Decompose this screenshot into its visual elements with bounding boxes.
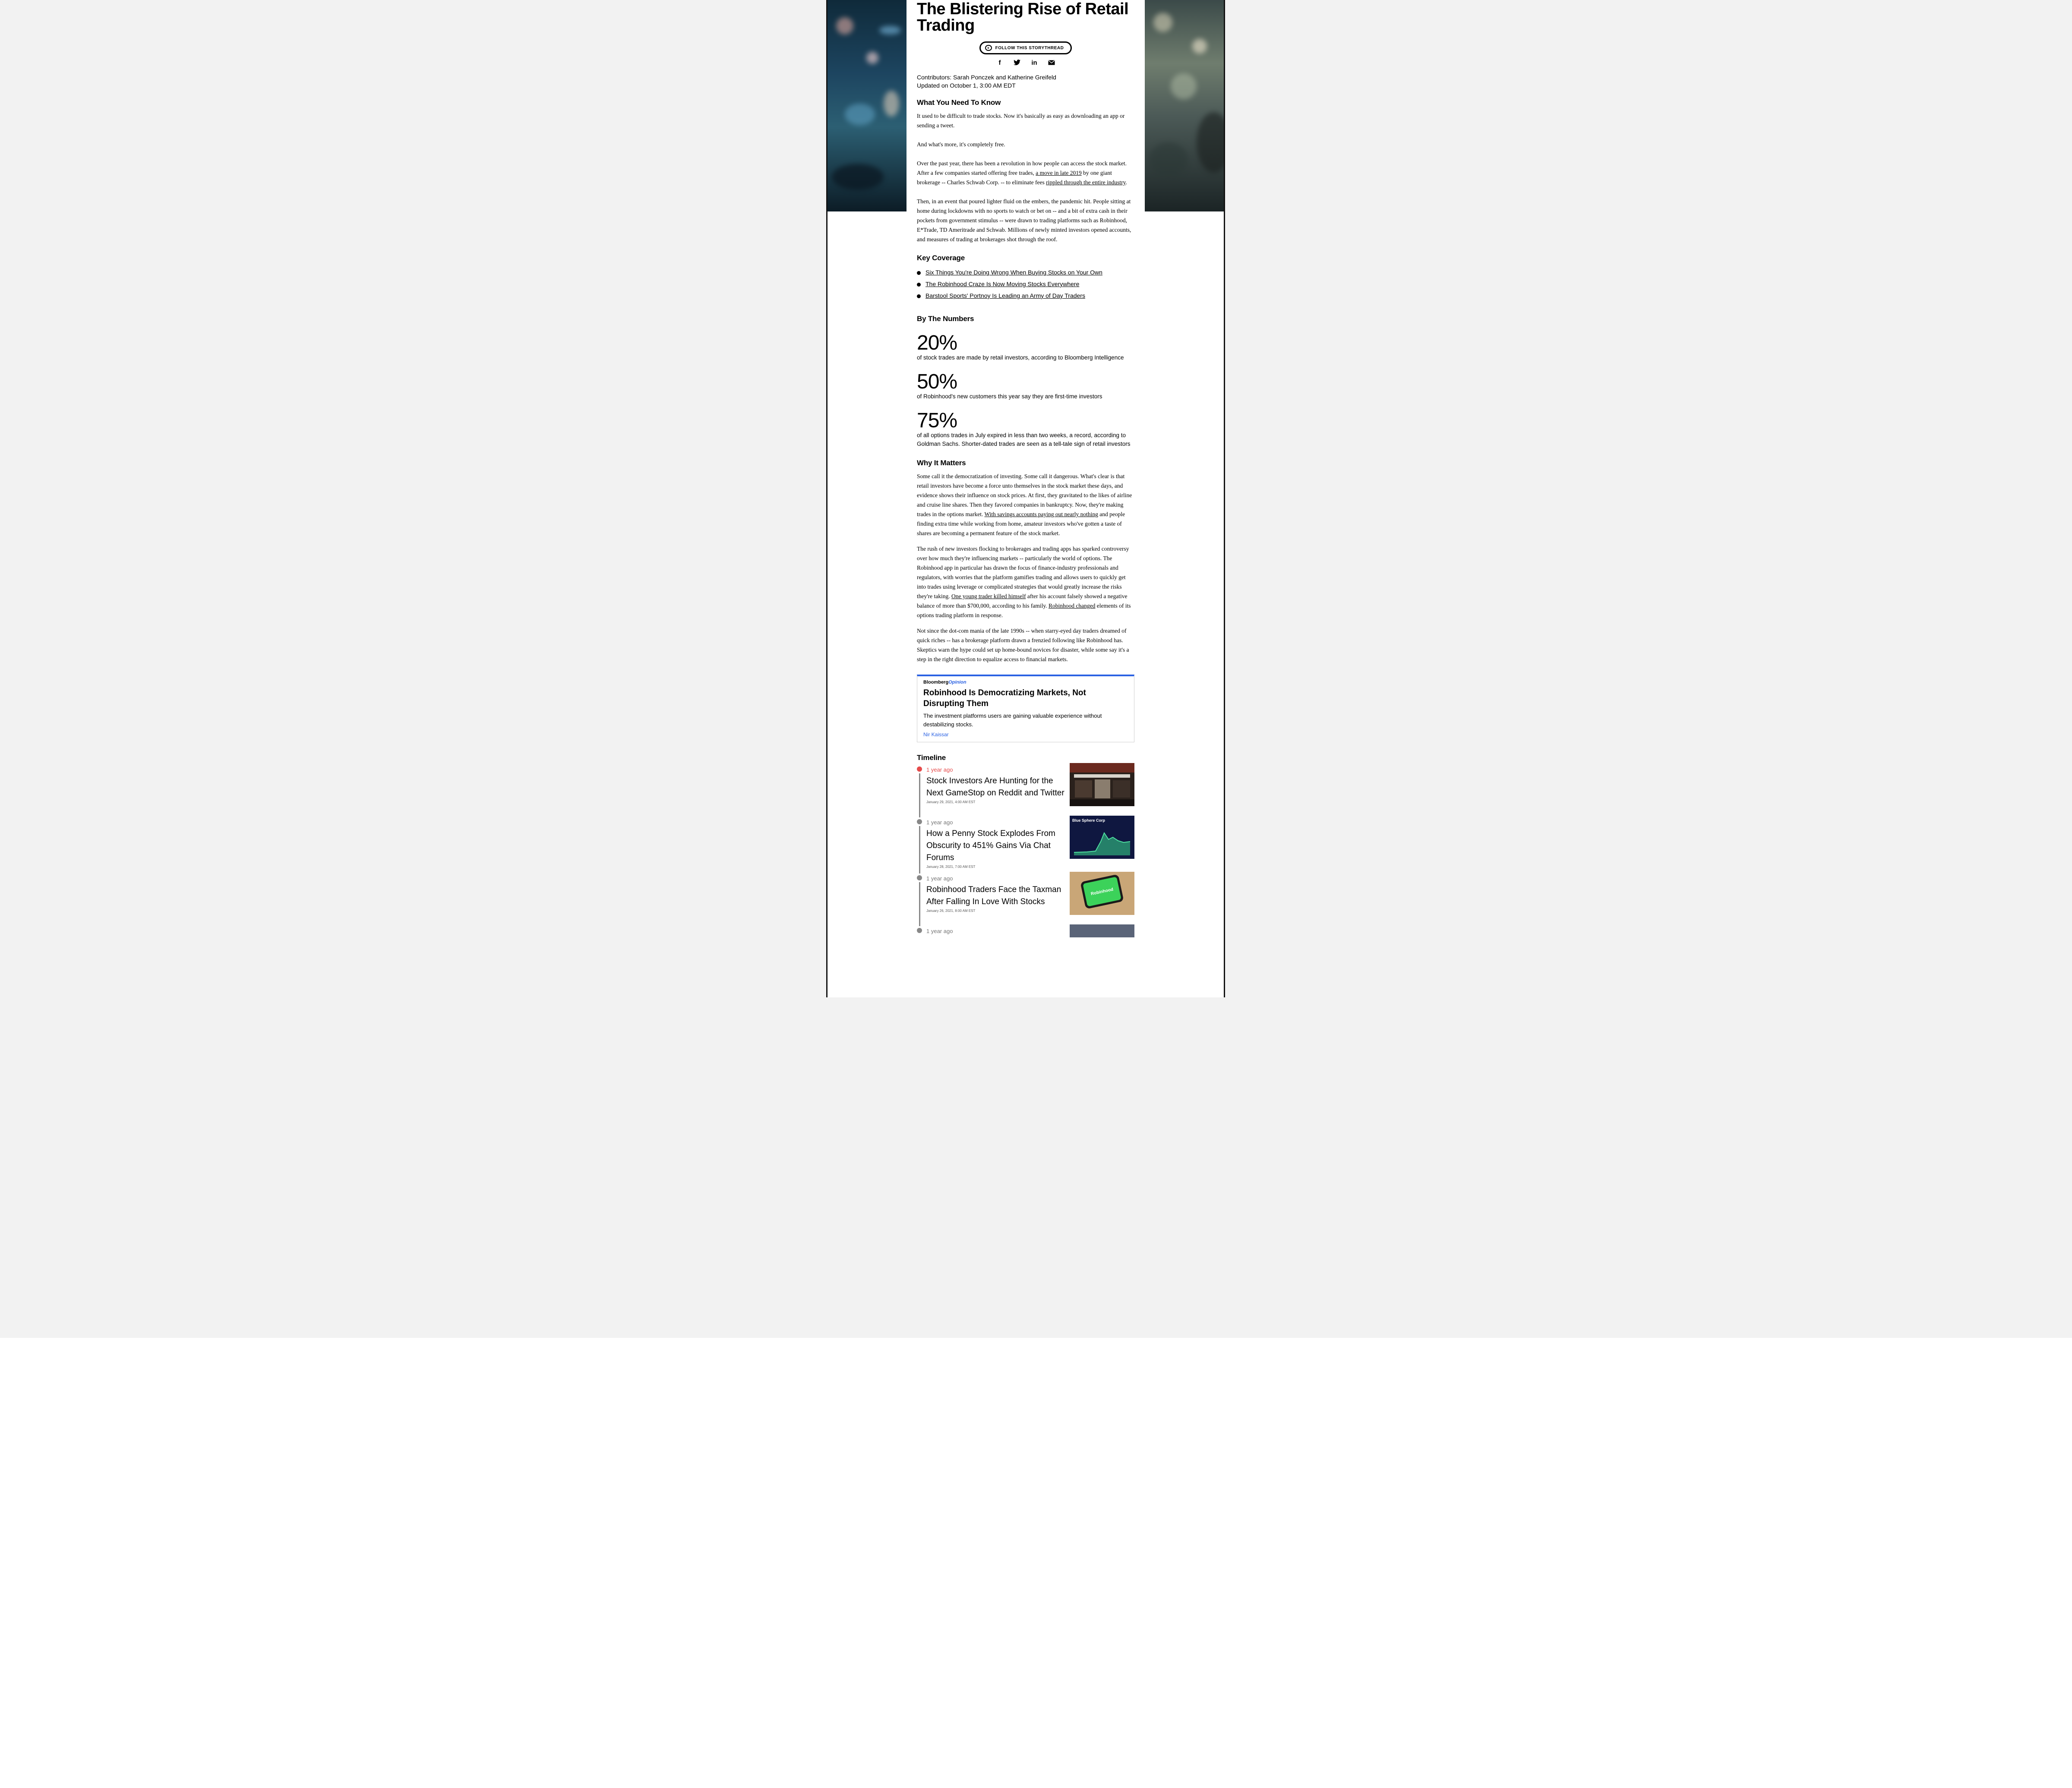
byline: Contributors: Sarah Ponczek and Katherin… bbox=[917, 73, 1134, 90]
timeline-thumbnail[interactable]: Robinhood bbox=[1070, 872, 1134, 915]
key-coverage-link[interactable]: The Robinhood Craze Is Now Moving Stocks… bbox=[917, 278, 1134, 290]
article-column: The Blistering Rise of Retail Trading + … bbox=[906, 0, 1145, 997]
timeline-item[interactable]: 1 year ago Robinhood Traders Face the Ta… bbox=[917, 872, 1134, 928]
key-coverage-heading: Key Coverage bbox=[917, 254, 965, 262]
follow-wrap: + FOLLOW THIS STORYTHREAD bbox=[917, 41, 1134, 54]
what-to-know-p2: And what's more, it's completely free. bbox=[917, 141, 1005, 148]
what-to-know-p1: It used to be difficult to trade stocks.… bbox=[917, 113, 1125, 129]
follow-label: FOLLOW THIS STORYTHREAD bbox=[995, 45, 1064, 50]
link-rippled-industry[interactable]: rippled through the entire industry bbox=[1046, 179, 1125, 186]
article-title: The Blistering Rise of Retail Trading bbox=[917, 0, 1129, 35]
what-to-know-p4: Then, in an event that poured lighter fl… bbox=[917, 198, 1131, 243]
timeline-line bbox=[919, 882, 920, 926]
link-young-trader[interactable]: One young trader killed himself bbox=[951, 593, 1026, 599]
timeline-headline[interactable]: How a Penny Stock Explodes From Obscurit… bbox=[926, 828, 1064, 864]
opinion-brand: BloombergOpinion bbox=[923, 680, 1128, 685]
stat-value: 50% bbox=[917, 370, 957, 393]
timeline-dot bbox=[917, 875, 922, 880]
wim-p2-a: The rush of new investors flocking to br… bbox=[917, 546, 1129, 599]
why-it-matters-p3: Not since the dot-com mania of the late … bbox=[917, 628, 1129, 662]
page-canvas: The Blistering Rise of Retail Trading + … bbox=[0, 0, 2072, 1788]
timeline-dot bbox=[917, 928, 922, 933]
stat-block: 50% of Robinhood's new customers this ye… bbox=[917, 372, 1134, 401]
link-savings-accounts[interactable]: With savings accounts paying out nearly … bbox=[984, 511, 1098, 517]
phone-shape: Robinhood bbox=[1080, 874, 1124, 909]
key-coverage-link[interactable]: Six Things You're Doing Wrong When Buyin… bbox=[917, 267, 1134, 278]
opinion-brand-b: Opinion bbox=[948, 680, 967, 685]
by-the-numbers-heading: By The Numbers bbox=[917, 315, 974, 323]
article-content: The Blistering Rise of Retail Trading + … bbox=[917, 0, 1134, 945]
stat-value: 20% bbox=[917, 331, 957, 354]
p3-text-c: . bbox=[1125, 179, 1127, 186]
why-it-matters-heading: Why It Matters bbox=[917, 459, 966, 467]
timeline-dot bbox=[917, 819, 922, 824]
hero-image-right bbox=[1145, 0, 1224, 211]
opinion-author[interactable]: Nir Kaissar bbox=[923, 732, 1128, 738]
twitter-icon[interactable] bbox=[1013, 59, 1021, 66]
what-to-know-heading: What You Need To Know bbox=[917, 98, 1001, 107]
link-robinhood-changed[interactable]: Robinhood changed bbox=[1049, 602, 1095, 609]
what-to-know-p3: Over the past year, there has been a rev… bbox=[917, 159, 1134, 187]
timeline-item[interactable]: 1 year ago Stock Investors Are Hunting f… bbox=[917, 763, 1134, 819]
timeline-headline[interactable]: Robinhood Traders Face the Taxman After … bbox=[926, 884, 1064, 908]
opinion-description: The investment platforms users are gaini… bbox=[923, 713, 1102, 728]
timeline-headline[interactable]: Stock Investors Are Hunting for the Next… bbox=[926, 775, 1064, 799]
email-icon[interactable] bbox=[1048, 59, 1055, 66]
opinion-card[interactable]: BloombergOpinion Robinhood Is Democratiz… bbox=[917, 675, 1134, 742]
contributors: Contributors: Sarah Ponczek and Katherin… bbox=[917, 74, 1056, 81]
opinion-title[interactable]: Robinhood Is Democratizing Markets, Not … bbox=[923, 687, 1128, 709]
why-it-matters-p2: The rush of new investors flocking to br… bbox=[917, 544, 1134, 620]
stat-value: 75% bbox=[917, 409, 957, 432]
timeline-dot bbox=[917, 766, 922, 772]
link-move-late-2019[interactable]: a move in late 2019 bbox=[1036, 170, 1081, 176]
timeline-thumbnail[interactable] bbox=[1070, 763, 1134, 806]
timeline-date: January 28, 2021, 7:00 AM EST bbox=[926, 865, 976, 869]
follow-icon: + bbox=[985, 45, 992, 51]
facebook-icon[interactable]: f bbox=[996, 59, 1004, 66]
why-it-matters-p1: Some call it the democratization of inve… bbox=[917, 472, 1134, 538]
key-coverage-list: Six Things You're Doing Wrong When Buyin… bbox=[917, 267, 1134, 302]
stat-caption: of all options trades in July expired in… bbox=[917, 432, 1131, 447]
timeline-line bbox=[919, 773, 920, 817]
timeline-item[interactable]: 1 year ago How a Penny Stock Explodes Fr… bbox=[917, 816, 1134, 875]
lower-blank-area bbox=[0, 1338, 2072, 1788]
stat-block: 20% of stock trades are made by retail i… bbox=[917, 333, 1134, 362]
updated-time: Updated on October 1, 3:00 AM EDT bbox=[917, 82, 1016, 89]
follow-storythread-button[interactable]: + FOLLOW THIS STORYTHREAD bbox=[979, 41, 1072, 54]
timeline-item[interactable]: 1 year ago bbox=[917, 924, 1134, 945]
hero-image-left bbox=[828, 0, 906, 211]
opinion-brand-a: Bloomberg bbox=[923, 680, 949, 685]
linkedin-icon[interactable]: in bbox=[1030, 59, 1038, 66]
timeline-line bbox=[919, 826, 920, 874]
key-coverage-link[interactable]: Barstool Sports' Portnoy Is Leading an A… bbox=[917, 290, 1134, 302]
stat-caption: of Robinhood's new customers this year s… bbox=[917, 393, 1102, 400]
timeline-thumbnail[interactable] bbox=[1070, 924, 1134, 937]
timeline-thumbnail[interactable]: Blue Sphere Corp bbox=[1070, 816, 1134, 859]
article-frame: The Blistering Rise of Retail Trading + … bbox=[826, 0, 1225, 997]
stat-caption: of stock trades are made by retail inves… bbox=[917, 354, 1124, 361]
stat-block: 75% of all options trades in July expire… bbox=[917, 410, 1134, 448]
phone-screen-label: Robinhood bbox=[1083, 877, 1121, 907]
share-bar: f in bbox=[917, 59, 1134, 66]
timeline-heading: Timeline bbox=[917, 754, 946, 762]
